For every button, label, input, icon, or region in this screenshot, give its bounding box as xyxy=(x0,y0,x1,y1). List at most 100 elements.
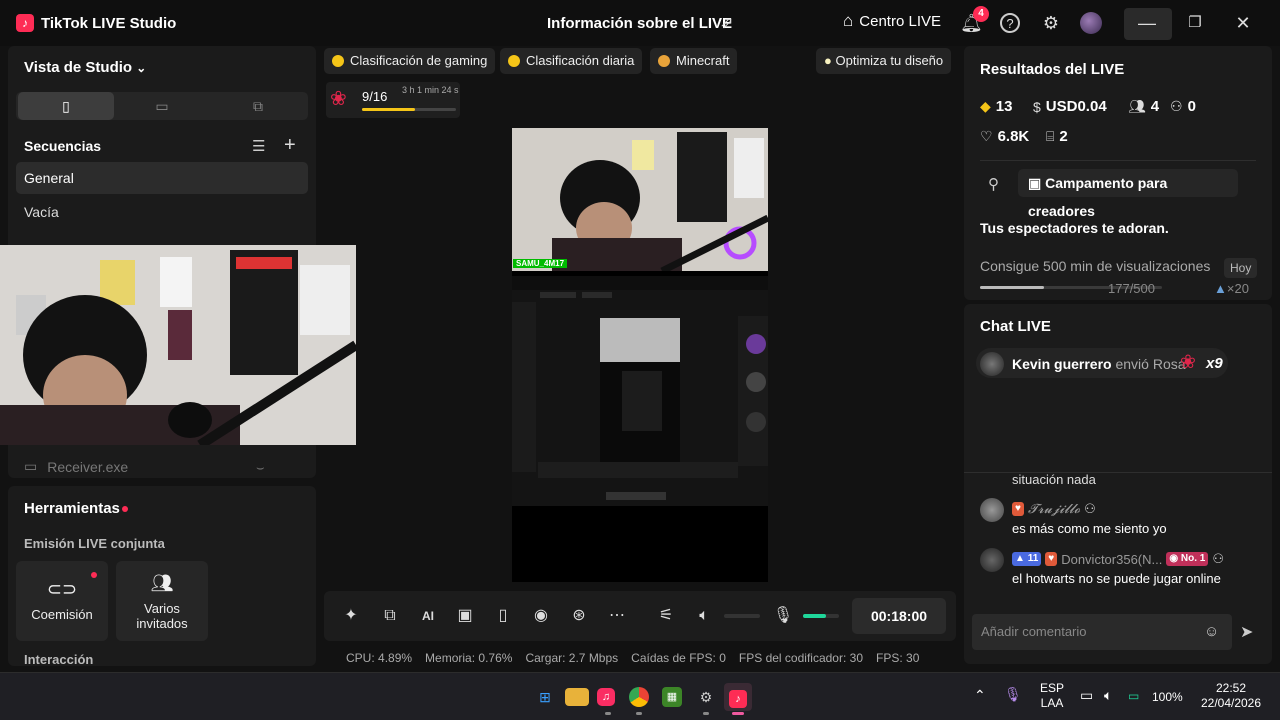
chat-username[interactable]: ♥ 𝓣𝓻𝓾𝓳𝓲𝓵𝓵𝓸 ⚇ xyxy=(1012,501,1096,517)
optimize-layout-button[interactable]: ● Optimiza tu diseño xyxy=(816,48,952,74)
more-icon[interactable]: ⋯ xyxy=(605,604,629,628)
add-sequence-button[interactable]: + xyxy=(284,134,296,157)
growth-icon[interactable]: ⚲ xyxy=(988,175,999,193)
gift-notice-text: Kevin guerrero envió Rosa xyxy=(1012,356,1186,372)
avatar[interactable] xyxy=(1080,12,1102,34)
running-indicator xyxy=(605,712,611,715)
dollar-icon: $ xyxy=(1033,98,1041,115)
users-icon: 👥︎ xyxy=(150,573,174,593)
comment-input[interactable]: Añadir comentario xyxy=(972,614,1232,650)
sequence-item[interactable]: Vacía xyxy=(16,196,308,228)
volume-slider[interactable] xyxy=(724,614,760,618)
followers-stat[interactable]: ⚇ 0 xyxy=(1170,98,1196,115)
minimize-icon[interactable]: — xyxy=(1136,12,1158,34)
volume-icon[interactable]: 🔈︎ xyxy=(692,604,716,628)
stat-fps: FPS: 30 xyxy=(876,651,920,665)
app-window: ♪ TikTok LIVE Studio Información sobre e… xyxy=(0,0,1280,672)
restore-icon[interactable]: ❐ xyxy=(1184,12,1206,34)
rose-icon: ❀ xyxy=(1180,352,1196,373)
chat-message-text: situación nada xyxy=(1012,472,1096,487)
broadcast-icon[interactable]: ⊛ xyxy=(567,604,591,628)
sequence-item[interactable]: General xyxy=(16,162,308,194)
studio-view-title[interactable]: Vista de Studio ⌄ xyxy=(24,59,146,76)
goal-count: 177/500 xyxy=(1108,281,1155,296)
screen-share-icon[interactable]: ⧉ xyxy=(378,604,402,628)
camp-icon: ▣ xyxy=(1028,175,1042,191)
speaker-icon[interactable]: 🔈︎ xyxy=(1104,688,1112,703)
stat-encoder-fps: FPS del codificador: 30 xyxy=(738,651,863,665)
clock[interactable]: 22:52 22/04/2026 xyxy=(1196,681,1266,711)
mic-icon[interactable]: 🎙︎ xyxy=(771,604,795,628)
person-icon: ⚇ xyxy=(1084,501,1096,516)
help-icon[interactable]: ? xyxy=(1000,13,1020,33)
multi-guest-button[interactable]: 👥︎ Varios invitados xyxy=(116,561,208,641)
stage-username-tag: SAMU_4M17 xyxy=(513,259,568,268)
settings-icon[interactable]: ⚙ xyxy=(1040,12,1062,34)
chip-label: Clasificación diaria xyxy=(526,53,635,68)
ai-icon[interactable]: AI xyxy=(416,604,440,628)
file-explorer-icon[interactable] xyxy=(565,688,589,706)
dual-option[interactable]: ⧉ xyxy=(210,92,306,120)
diamond-icon: ◆ xyxy=(980,98,991,114)
screen-capture-image xyxy=(512,276,768,506)
steam-icon[interactable]: ⚙ xyxy=(694,685,718,709)
close-icon[interactable]: ✕ xyxy=(1232,12,1254,34)
chrome-icon[interactable] xyxy=(629,687,649,707)
stat-cpu: CPU: 4.89% xyxy=(346,651,413,665)
battery-icon[interactable]: ▭ xyxy=(1128,689,1139,704)
earnings-stat[interactable]: $ USD0.04 xyxy=(1033,98,1107,115)
fan-badge-icon: ♥ xyxy=(1045,552,1058,566)
creator-camp-button[interactable]: ▣ Campamento para creadores xyxy=(1018,169,1238,219)
camera-icon[interactable]: ▣ xyxy=(453,604,477,628)
avatar[interactable] xyxy=(980,498,1004,522)
receiver-source[interactable]: ▭ Receiver.exe xyxy=(24,458,128,475)
person-icon: ⚇ xyxy=(1212,551,1224,566)
tiktok-studio-taskbar-icon[interactable]: ♪ xyxy=(724,683,752,711)
live-info-title[interactable]: Información sobre el LIVE xyxy=(547,15,732,32)
mic-tray-icon[interactable]: 🎙︎ xyxy=(1004,687,1022,702)
new-dot xyxy=(91,572,97,578)
divider xyxy=(964,472,1272,473)
chat-title: Chat LIVE xyxy=(980,318,1051,335)
language-indicator[interactable]: ESP LAA xyxy=(1040,681,1064,711)
sequences-title: Secuencias xyxy=(24,138,102,154)
magic-icon[interactable]: ✦ xyxy=(339,604,363,628)
mic-level-fill xyxy=(803,614,827,618)
emoji-icon[interactable]: ☺ xyxy=(1204,623,1219,640)
stage-camera-image xyxy=(512,128,768,271)
avatar[interactable] xyxy=(980,352,1004,376)
avatar[interactable] xyxy=(980,548,1004,572)
list-icon[interactable]: ☰ xyxy=(252,137,265,155)
diamonds-stat[interactable]: ◆ 13 xyxy=(980,98,1012,115)
reward-icon: ▲ xyxy=(1214,281,1227,296)
gifters-stat[interactable]: ⌸ 2 xyxy=(1046,128,1068,145)
home-icon: ⌂ xyxy=(843,11,854,30)
daily-rank-chip[interactable]: Clasificación diaria xyxy=(500,48,643,74)
live-center-button[interactable]: ⌂ Centro LIVE xyxy=(843,11,941,31)
chat-message-text: es más como me siento yo xyxy=(1012,521,1167,536)
gift-multiplier: x9 xyxy=(1206,355,1223,372)
share-icon[interactable]: ⇗ xyxy=(720,13,733,33)
music-app-icon[interactable]: ♫ xyxy=(597,688,615,706)
mic-level[interactable] xyxy=(803,614,839,618)
adjust-icon[interactable]: ⚟ xyxy=(654,604,678,628)
network-icon[interactable]: ▭ xyxy=(1080,688,1093,703)
minecraft-icon[interactable]: ▦ xyxy=(662,687,682,707)
send-icon[interactable]: ➤ xyxy=(1240,622,1253,642)
new-dot xyxy=(122,506,128,512)
chat-username[interactable]: ▲ 11 ♥ Donvictor356(N... ◉ No. 1 ⚇ xyxy=(1012,551,1224,567)
gaming-rank-chip[interactable]: Clasificación de gaming xyxy=(324,48,496,74)
chip-label: Clasificación de gaming xyxy=(350,53,488,68)
mobile-icon[interactable]: ▯ xyxy=(491,604,515,628)
windows-start-icon[interactable]: ⊞ xyxy=(533,685,557,709)
likes-stat[interactable]: ♡ 6.8K xyxy=(980,128,1029,145)
record-icon[interactable]: ◉ xyxy=(529,604,553,628)
portrait-option[interactable]: ▯ xyxy=(18,92,114,120)
chevron-up-icon[interactable]: ⌃ xyxy=(974,688,986,703)
minecraft-chip[interactable]: Minecraft xyxy=(650,48,738,74)
camera-preview[interactable] xyxy=(0,245,356,445)
chat-message-text: el hotwarts no se puede jugar online xyxy=(1012,571,1221,586)
viewers-stat[interactable]: 👥︎ 4 xyxy=(1128,98,1159,115)
eye-hidden-icon[interactable]: ⌣ xyxy=(256,460,265,476)
landscape-option[interactable]: ▭ xyxy=(114,92,210,120)
